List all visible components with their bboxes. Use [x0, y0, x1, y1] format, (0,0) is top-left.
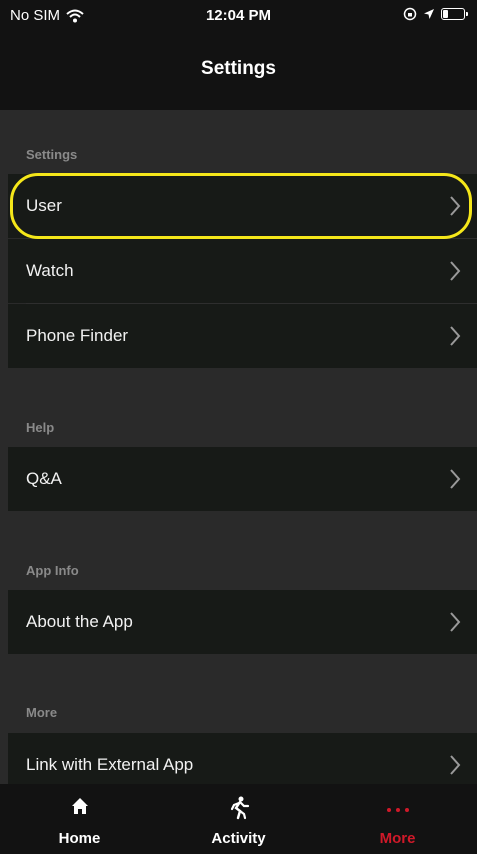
- status-bar: No SIM 12:04 PM: [0, 0, 477, 36]
- app-info-item-about[interactable]: About the App: [8, 590, 477, 654]
- app-info-item-label: About the App: [26, 612, 133, 631]
- section-header-settings: Settings: [26, 147, 78, 162]
- chevron-right-icon: [450, 261, 461, 281]
- home-icon: [71, 798, 88, 814]
- page-title: Settings: [201, 58, 276, 79]
- running-person-icon: [230, 796, 249, 820]
- more-item-label: Link with External App: [26, 755, 194, 774]
- chevron-right-icon: [450, 469, 461, 489]
- help-item-qa[interactable]: Q&A: [8, 447, 477, 511]
- help-item-label: Q&A: [26, 469, 62, 488]
- tab-activity[interactable]: Activity: [159, 784, 318, 854]
- chevron-right-icon: [450, 326, 461, 346]
- tab-label: Activity: [211, 830, 266, 847]
- tab-more[interactable]: More: [318, 784, 477, 854]
- settings-item-label: Watch: [26, 261, 74, 280]
- orientation-lock-icon: [403, 7, 417, 21]
- chevron-right-icon: [450, 612, 461, 632]
- tab-home[interactable]: Home: [0, 784, 159, 854]
- settings-item-watch[interactable]: Watch: [8, 239, 477, 303]
- battery-icon: [441, 8, 468, 20]
- more-dots-icon: [386, 808, 409, 812]
- settings-item-phone-finder[interactable]: Phone Finder: [8, 304, 477, 368]
- settings-item-label: Phone Finder: [26, 326, 129, 345]
- tab-bar: Home Activity More: [0, 784, 477, 854]
- chevron-right-icon: [450, 755, 461, 775]
- status-right: [403, 7, 468, 21]
- section-header-more: More: [26, 705, 58, 720]
- location-arrow-icon: [424, 9, 434, 19]
- tab-label: More: [379, 830, 416, 847]
- navigation-bar: Settings: [0, 36, 477, 110]
- highlight-annotation: [10, 173, 472, 239]
- tab-label: Home: [58, 830, 101, 847]
- section-header-help: Help: [26, 420, 55, 435]
- section-header-app-info: App Info: [26, 563, 79, 578]
